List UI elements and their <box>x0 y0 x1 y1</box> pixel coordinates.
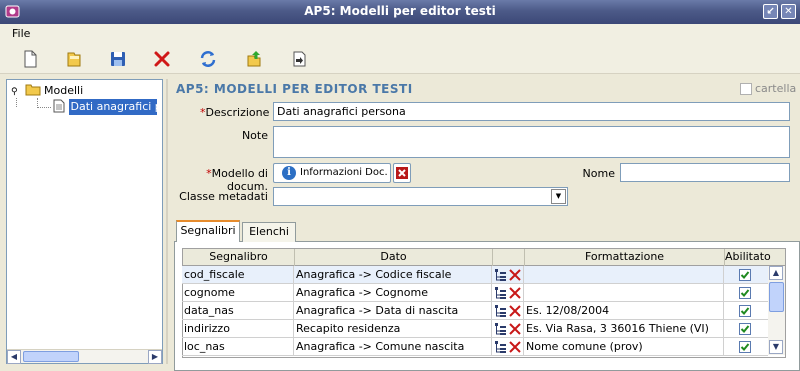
formattazione-cell[interactable]: Es. Via Rasa, 3 36016 Thiene (VI) <box>524 320 724 338</box>
formattazione-cell[interactable]: Es. 12/08/2004 <box>524 302 724 320</box>
chevron-down-icon[interactable]: ▼ <box>551 189 566 204</box>
import-icon[interactable] <box>289 49 309 69</box>
delete-icon[interactable] <box>152 49 172 69</box>
actions-cell[interactable] <box>492 338 524 356</box>
folder-icon <box>25 84 40 96</box>
abilitato-cell[interactable] <box>724 284 768 302</box>
checkbox-checked-icon[interactable] <box>739 287 751 299</box>
save-icon[interactable] <box>108 49 128 69</box>
page-title: AP5: MODELLI PER EDITOR TESTI <box>176 82 413 96</box>
formattazione-cell[interactable]: Nome comune (prov) <box>524 338 724 356</box>
delete-row-icon[interactable] <box>508 340 522 354</box>
actions-cell[interactable] <box>492 302 524 320</box>
classe-metadati-label: Classe metadati <box>179 190 268 203</box>
model-tree: ⚲ Modelli Dati anagrafici persona ◀ ▶ <box>6 79 163 364</box>
tree-root-label: Modelli <box>44 84 84 97</box>
table-row[interactable]: cod_fiscale Anagrafica -> Codice fiscale <box>182 266 768 284</box>
segnalibro-cell[interactable]: indirizzo <box>182 320 294 338</box>
note-label: Note <box>241 129 268 142</box>
informazioni-doc-label: Informazioni Doc. <box>300 167 388 178</box>
dato-cell[interactable]: Recapito residenza <box>294 320 492 338</box>
scroll-up-icon[interactable]: ▲ <box>769 266 783 280</box>
remove-icon <box>396 167 408 179</box>
dato-cell[interactable]: Anagrafica -> Cognome <box>294 284 492 302</box>
segnalibro-cell[interactable]: loc_nas <box>182 338 294 356</box>
tree-select-icon[interactable] <box>494 286 507 300</box>
new-document-icon[interactable] <box>20 49 40 69</box>
table-row[interactable]: indirizzo Recapito residenza Es. Via Rasa,… <box>182 320 768 338</box>
menu-file[interactable]: File <box>12 27 30 40</box>
nome-label: Nome <box>582 167 615 180</box>
delete-row-icon[interactable] <box>508 286 522 300</box>
abilitato-cell[interactable] <box>724 320 768 338</box>
abilitato-cell[interactable] <box>724 266 768 284</box>
tree-item-label: Dati anagrafici persona <box>68 99 157 115</box>
document-icon <box>53 99 65 113</box>
segnalibro-cell[interactable]: cod_fiscale <box>182 266 294 284</box>
col-formattazione[interactable]: Formattazione <box>525 249 725 266</box>
segnalibro-cell[interactable]: cognome <box>182 284 294 302</box>
nome-field[interactable] <box>620 163 790 182</box>
table-row[interactable]: cognome Anagrafica -> Cognome <box>182 284 768 302</box>
table-row[interactable]: data_nas Anagrafica -> Data di nascita Es.… <box>182 302 768 320</box>
delete-row-icon[interactable] <box>508 304 522 318</box>
delete-row-icon[interactable] <box>508 268 522 282</box>
scroll-right-icon[interactable]: ▶ <box>148 350 162 364</box>
tab-segnalibri[interactable]: Segnalibri <box>176 220 240 242</box>
col-dato[interactable]: Dato <box>295 249 493 266</box>
window-title: AP5: Modelli per editor testi <box>304 4 496 18</box>
minimize-icon[interactable]: ↙ <box>763 4 778 19</box>
dato-cell[interactable]: Anagrafica -> Data di nascita <box>294 302 492 320</box>
col-actions <box>493 249 525 266</box>
open-folder-icon[interactable] <box>64 49 84 69</box>
delete-row-icon[interactable] <box>508 322 522 336</box>
checkbox-checked-icon[interactable] <box>739 305 751 317</box>
menubar: File <box>0 24 800 44</box>
actions-cell[interactable] <box>492 320 524 338</box>
formattazione-cell[interactable] <box>524 266 724 284</box>
tree-root[interactable]: ⚲ Modelli <box>11 83 83 99</box>
table-row[interactable]: loc_nas Anagrafica -> Comune nascita Nome … <box>182 338 768 356</box>
col-segnalibro[interactable]: Segnalibro <box>183 249 295 266</box>
panel-splitter[interactable] <box>166 79 168 364</box>
tab-elenchi[interactable]: Elenchi <box>242 222 296 242</box>
scroll-left-icon[interactable]: ◀ <box>7 350 21 364</box>
grid-scroll-thumb[interactable] <box>769 282 784 312</box>
export-icon[interactable] <box>244 49 264 69</box>
tree-select-icon[interactable] <box>494 322 507 336</box>
cartella-label: cartella <box>755 82 797 95</box>
segnalibro-cell[interactable]: data_nas <box>182 302 294 320</box>
note-field[interactable] <box>273 126 790 158</box>
close-icon[interactable]: ✕ <box>781 4 796 19</box>
grid-header: Segnalibro Dato Formattazione Abilitato <box>183 249 785 266</box>
checkbox-checked-icon[interactable] <box>739 269 751 281</box>
tree-select-icon[interactable] <box>494 268 507 282</box>
refresh-icon[interactable] <box>198 49 218 69</box>
formattazione-cell[interactable] <box>524 284 724 302</box>
toolbar <box>0 44 800 74</box>
info-icon: i <box>282 166 296 180</box>
cartella-checkbox[interactable] <box>740 83 752 95</box>
classe-metadati-select[interactable]: ▼ <box>273 187 568 206</box>
tree-item-model[interactable]: Dati anagrafici persona <box>53 99 157 115</box>
tree-select-icon[interactable] <box>494 304 507 318</box>
abilitato-cell[interactable] <box>724 302 768 320</box>
tree-select-icon[interactable] <box>494 340 507 354</box>
scroll-down-icon[interactable]: ▼ <box>769 340 783 354</box>
checkbox-checked-icon[interactable] <box>739 341 751 353</box>
actions-cell[interactable] <box>492 266 524 284</box>
descrizione-field[interactable]: Dati anagrafici persona <box>273 102 790 121</box>
checkbox-checked-icon[interactable] <box>739 323 751 335</box>
actions-cell[interactable] <box>492 284 524 302</box>
tree-horizontal-scrollbar[interactable]: ◀ ▶ <box>7 349 162 364</box>
dato-cell[interactable]: Anagrafica -> Codice fiscale <box>294 266 492 284</box>
window-titlebar: AP5: Modelli per editor testi ↙ ✕ <box>0 0 800 24</box>
abilitato-cell[interactable] <box>724 338 768 356</box>
clear-document-button[interactable] <box>393 163 411 183</box>
informazioni-doc-button[interactable]: i Informazioni Doc. <box>273 163 391 183</box>
dato-cell[interactable]: Anagrafica -> Comune nascita <box>294 338 492 356</box>
scroll-thumb[interactable] <box>23 351 79 362</box>
descrizione-label: *Descrizione <box>200 106 270 119</box>
col-abilitato[interactable]: Abilitato <box>725 249 771 266</box>
